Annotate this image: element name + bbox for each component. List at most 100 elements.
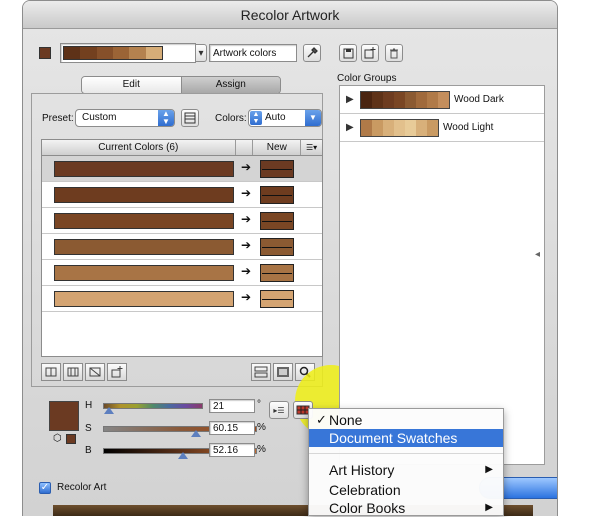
separate-colors-button[interactable] xyxy=(63,363,83,381)
brightness-slider-thumb[interactable] xyxy=(178,452,189,459)
3d-cube-icon[interactable]: ⬡ xyxy=(53,433,62,444)
merge-colors-button[interactable] xyxy=(41,363,61,381)
stepper-icon[interactable]: ▲ ▼ xyxy=(250,111,262,125)
strip-swatch xyxy=(112,47,130,59)
save-group-button[interactable] xyxy=(339,44,357,62)
colors-count-select[interactable]: ▲ ▼ Auto ▼ xyxy=(248,109,322,127)
brightness-input[interactable]: 52.16 xyxy=(209,443,255,457)
group-swatch xyxy=(427,92,438,108)
tab-assign[interactable]: Assign xyxy=(180,77,280,93)
preset-label: Preset: xyxy=(42,113,74,124)
arrow-right-icon[interactable]: ➔ xyxy=(241,212,251,226)
new-color-swatch[interactable] xyxy=(260,264,294,282)
strip-swatch xyxy=(64,47,81,59)
tab-edit[interactable]: Edit xyxy=(82,77,181,93)
new-color-swatch[interactable] xyxy=(260,160,294,178)
swatch-divider xyxy=(262,220,292,222)
new-row-button[interactable] xyxy=(107,363,127,381)
color-mode-swatch[interactable] xyxy=(66,434,76,444)
table-menu-button[interactable]: ☰▾ xyxy=(301,140,322,155)
swatch-divider xyxy=(262,298,292,300)
row-toolbar-left xyxy=(41,363,127,381)
list-menu-icon: ▸☰ xyxy=(273,405,285,415)
color-mode-menu-button[interactable]: ▸☰ xyxy=(269,401,289,419)
disclosure-triangle-icon[interactable]: ▶ xyxy=(346,94,354,105)
collapse-panel-arrow-icon[interactable]: ◂ xyxy=(535,249,540,260)
hue-slider[interactable] xyxy=(103,403,203,409)
swatch-divider xyxy=(262,168,292,170)
group-swatch xyxy=(416,120,427,136)
color-group-row[interactable]: ▶ Wood Dark xyxy=(340,86,544,114)
arrow-right-icon[interactable]: ➔ xyxy=(241,186,251,200)
current-color-bar[interactable] xyxy=(54,291,234,307)
color-group-name-field[interactable]: Artwork colors xyxy=(209,44,297,62)
menu-item[interactable]: Document Swatches xyxy=(309,429,503,447)
options-grid-icon xyxy=(184,112,196,124)
current-color-bar[interactable] xyxy=(54,161,234,177)
current-color-bar[interactable] xyxy=(54,239,234,255)
updown-arrows-icon: ▲ ▼ xyxy=(158,110,174,126)
arrow-right-icon[interactable]: ➔ xyxy=(241,264,251,278)
header-current-colors[interactable]: Current Colors (6) xyxy=(42,140,236,155)
current-color-bar[interactable] xyxy=(54,265,234,281)
exclude-colors-button[interactable] xyxy=(85,363,105,381)
trash-icon xyxy=(390,48,398,58)
table-row[interactable]: ➔ xyxy=(42,208,322,234)
menu-item[interactable]: Art History ▶ xyxy=(309,461,503,479)
new-color-swatch[interactable] xyxy=(260,186,294,204)
group-swatch xyxy=(405,92,416,108)
hue-slider-thumb[interactable] xyxy=(104,407,114,414)
menu-item[interactable]: Celebration xyxy=(309,481,503,499)
swatch-divider xyxy=(262,194,292,196)
artwork-color-strip[interactable] xyxy=(60,43,196,63)
new-color-swatch[interactable] xyxy=(260,212,294,230)
saturation-input[interactable]: 60.15 xyxy=(209,421,255,435)
colors-count-value: Auto xyxy=(265,112,286,123)
color-group-row[interactable]: ▶ Wood Light xyxy=(340,114,544,142)
table-row[interactable]: ➔ xyxy=(42,156,322,182)
arrow-right-icon[interactable]: ➔ xyxy=(241,160,251,174)
menu-item[interactable]: Color Books ▶ xyxy=(309,499,503,517)
color-reduction-options-button[interactable] xyxy=(181,109,199,127)
saturation-label: S xyxy=(85,423,92,434)
saturation-slider-thumb[interactable] xyxy=(190,430,201,437)
current-color-bar[interactable] xyxy=(54,213,234,229)
arrow-right-icon[interactable]: ➔ xyxy=(241,238,251,252)
brightness-label: B xyxy=(85,445,92,456)
eyedropper-button[interactable] xyxy=(303,44,321,62)
header-new[interactable]: New xyxy=(253,140,302,155)
group-swatch xyxy=(372,92,383,108)
table-row[interactable]: ➔ xyxy=(42,234,322,260)
current-color-bar[interactable] xyxy=(54,187,234,203)
new-color-swatch[interactable] xyxy=(260,290,294,308)
table-row[interactable]: ➔ xyxy=(42,260,322,286)
randomize-order-button[interactable] xyxy=(251,363,271,381)
menu-item-label: None xyxy=(329,412,363,428)
disclosure-triangle-icon[interactable]: ▶ xyxy=(346,122,354,133)
strip-swatch xyxy=(96,47,113,59)
eyedropper-icon xyxy=(307,47,318,58)
new-group-button[interactable] xyxy=(361,44,379,62)
recolor-art-checkbox[interactable]: ✓ xyxy=(39,482,51,494)
color-group-rows: ▶ Wood Dark ▶ Wood Light xyxy=(340,86,544,142)
table-row[interactable]: ➔ xyxy=(42,182,322,208)
arrow-right-icon[interactable]: ➔ xyxy=(241,290,251,304)
swatch-divider xyxy=(262,246,292,248)
strip-dropdown-button[interactable]: ▾ xyxy=(195,44,207,62)
group-name: Wood Dark xyxy=(454,94,504,105)
table-row[interactable]: ➔ xyxy=(42,286,322,312)
recolor-art-label: Recolor Art xyxy=(57,482,107,493)
preset-select[interactable]: Custom ▲ ▼ xyxy=(75,109,175,127)
active-color-swatch[interactable] xyxy=(39,47,51,59)
preset-value: Custom xyxy=(82,112,117,123)
saturation-unit: % xyxy=(257,422,266,433)
selected-color-preview[interactable] xyxy=(49,401,79,431)
group-swatch xyxy=(394,92,405,108)
submenu-arrow-icon: ▶ xyxy=(485,502,493,513)
group-color-strip xyxy=(360,119,439,137)
randomize-saturation-button[interactable] xyxy=(273,363,293,381)
menu-item[interactable]: ✓ None xyxy=(309,411,503,429)
hue-input[interactable]: 21 xyxy=(209,399,255,413)
new-color-swatch[interactable] xyxy=(260,238,294,256)
delete-group-button[interactable] xyxy=(385,44,403,62)
